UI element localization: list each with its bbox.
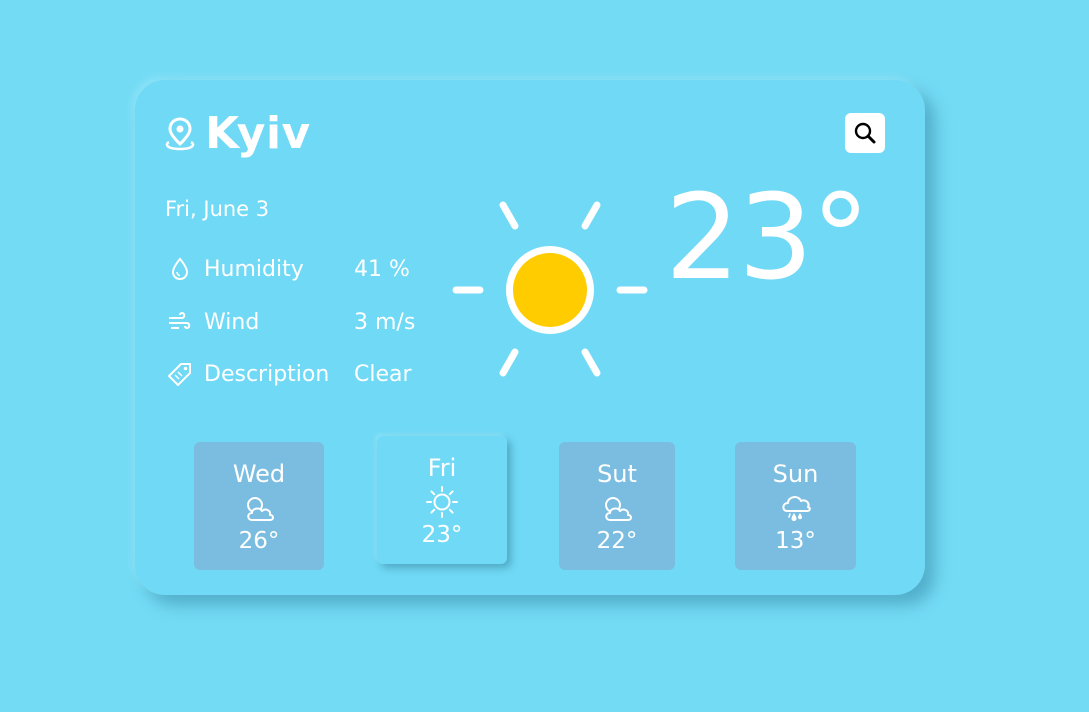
forecast-day-fri[interactable]: Fri 23° [377,436,507,564]
sun-icon [452,201,648,377]
humidity-label: Humidity [204,256,304,282]
forecast-temp: 23° [421,522,463,548]
wind-row: Wind 3 m/s [165,305,415,339]
current-temperature: 23° [665,168,870,306]
cloudy-icon [559,490,675,526]
current-date: Fri, June 3 [165,197,270,221]
forecast-day-label: Wed [232,460,286,488]
water-drop-icon [165,254,195,284]
forecast-day-sut[interactable]: Sut 22° [559,442,675,570]
humidity-row: Humidity 41 % [165,252,410,286]
location-header: Kyiv [163,108,311,159]
forecast-day-label: Fri [427,454,457,482]
weather-card: Kyiv Fri, June 3 Humidity 41 % Wind 3 m/… [135,80,925,595]
search-button[interactable] [845,113,885,153]
forecast-day-wed[interactable]: Wed 26° [194,442,324,570]
rain-icon [735,490,856,526]
forecast-temp: 22° [596,528,638,554]
sun-icon [377,484,507,520]
location-pin-icon [165,116,195,150]
description-value: Clear [354,361,412,387]
city-name: Kyiv [205,108,311,159]
forecast-day-sun[interactable]: Sun 13° [735,442,856,570]
cloudy-icon [194,490,324,526]
description-row: Description Clear [165,357,412,391]
humidity-value: 41 % [354,256,410,282]
wind-value: 3 m/s [354,309,416,335]
wind-label: Wind [204,309,260,335]
description-label: Description [204,361,330,387]
forecast-temp: 13° [775,528,816,554]
wind-icon [165,307,195,337]
search-icon [854,122,876,144]
forecast-day-label: Sut [597,460,637,488]
forecast-day-label: Sun [772,460,819,488]
tag-icon [165,359,195,389]
forecast-temp: 26° [238,528,280,554]
